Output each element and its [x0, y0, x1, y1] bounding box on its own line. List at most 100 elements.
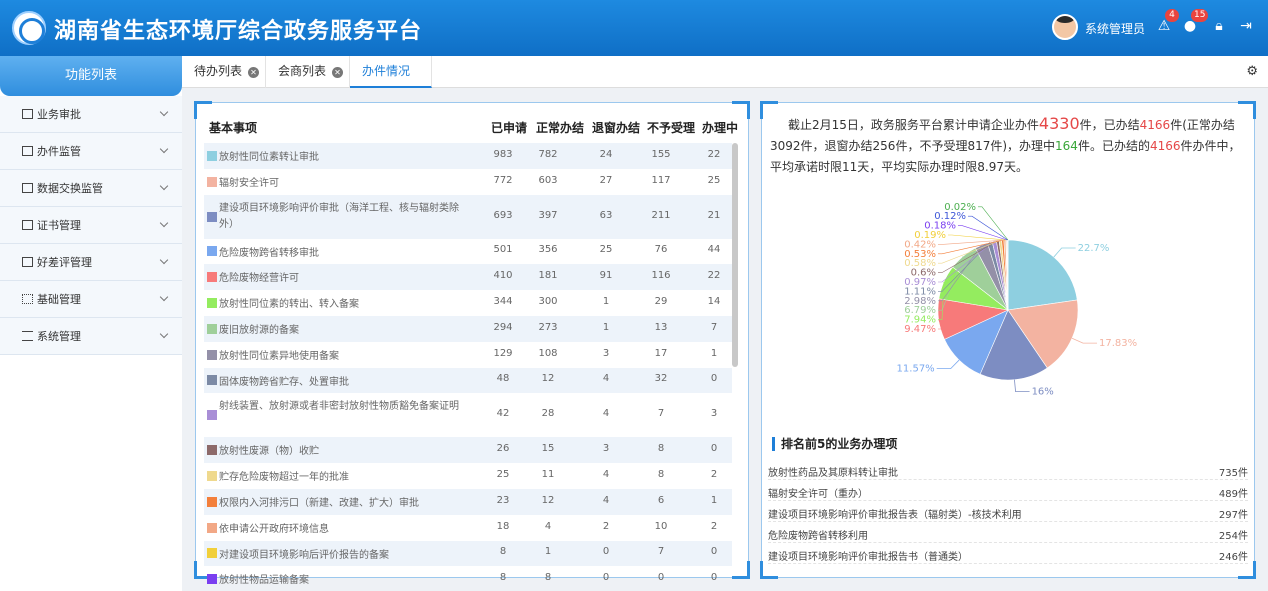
sidebar-item-evaluation[interactable]: 好差评管理: [0, 244, 182, 281]
table-row[interactable]: 危险废物经营许可 410 181 91 116 22: [204, 264, 732, 291]
row-processing: 0: [710, 546, 718, 558]
col-header-returned: 退窗办结: [592, 121, 641, 135]
tab-todo-list[interactable]: 待办列表 ✕: [182, 56, 266, 88]
table-row[interactable]: 建设项目环境影响评价审批（海洋工程、核与辐射类除外） 693 397 63 211 21: [204, 194, 732, 239]
close-icon[interactable]: ✕: [248, 67, 260, 78]
alert-icon[interactable]: ⚠ 4: [1156, 9, 1179, 35]
items-table-panel: 基本事项 已申请 正常办结 退窗办结 不予受理 办理中 放射性同位素转让审批 98…: [194, 101, 750, 586]
row-applied: 983: [493, 148, 513, 160]
row-applied: 25: [496, 469, 510, 481]
slice-label: 11.57%: [897, 364, 935, 375]
legend-swatch: [207, 548, 217, 559]
top5-item[interactable]: 放射性药品及其原料转让审批 735件: [768, 460, 1248, 480]
top5-item[interactable]: 辐射安全许可（重办） 489件: [768, 481, 1248, 501]
row-applied: 294: [493, 321, 513, 333]
legend-swatch: [207, 471, 217, 482]
legend-swatch: [207, 496, 217, 507]
table-row[interactable]: 对建设项目环境影响后评价报告的备案 8 1 0 7 0: [204, 540, 732, 567]
lock-icon[interactable]: 🔒︎: [1211, 17, 1227, 35]
slice-label: 0.18%: [924, 221, 956, 232]
tab-consultation-list[interactable]: 会商列表 ✕: [266, 56, 350, 88]
table-row[interactable]: 射线装置、放射源或者非密封放射性物质豁免备案证明 42 28 4 7 3: [204, 393, 732, 437]
summary-text: 截止2月15日，政务服务平台累计申请企业办件4330件，已办结4166件(正常办…: [770, 114, 1241, 174]
certificate-icon: [22, 220, 33, 230]
row-applied: 410: [493, 270, 513, 282]
processing-count: 164: [1055, 139, 1078, 153]
gear-icon[interactable]: ⚙: [1246, 64, 1258, 79]
sidebar: 功能列表 业务审批 办件监管 数据交换监管 证书管理 好差评管理 基础管理 系统…: [0, 56, 182, 591]
sidebar-item-system-management[interactable]: 系统管理: [0, 318, 182, 355]
top5-item-name: 危险废物跨省转移利用: [768, 531, 868, 542]
slice-leader-line: [948, 234, 1007, 241]
sidebar-item-case-supervision[interactable]: 办件监管: [0, 133, 182, 170]
row-applied: 18: [496, 520, 510, 532]
row-applied: 772: [493, 174, 513, 186]
slice-label: 0.97%: [904, 277, 936, 288]
table-row[interactable]: 贮存危险废物超过一年的批准 25 11 4 8 2: [204, 463, 732, 489]
top5-item-count: 735件: [1218, 468, 1248, 479]
logout-icon[interactable]: ⇥: [1238, 17, 1254, 35]
row-returned: 0: [602, 572, 610, 584]
table-row[interactable]: 辐射安全许可 772 603 27 117 25: [204, 169, 732, 195]
row-returned: 4: [602, 408, 610, 420]
close-icon[interactable]: ✕: [332, 67, 344, 78]
row-item-name: 建设项目环境影响评价审批（海洋工程、核与辐射类除外）: [219, 202, 459, 230]
stats-panel: 截止2月15日，政务服务平台累计申请企业办件4330件，已办结4166件(正常办…: [760, 101, 1256, 579]
pie-slice[interactable]: [1007, 239, 1078, 311]
avatar[interactable]: [1052, 14, 1078, 40]
notification-badge: 15: [1191, 9, 1209, 22]
chevron-down-icon: [159, 181, 169, 191]
table-row[interactable]: 放射性物品运输备案 8 8 0 0 0: [204, 566, 732, 591]
row-item-name: 放射性同位素异地使用备案: [219, 350, 339, 362]
table-row[interactable]: 危险废物跨省转移审批 501 356 25 76 44: [204, 239, 732, 265]
sidebar-item-business-approval[interactable]: 业务审批: [0, 96, 182, 133]
legend-swatch: [207, 410, 217, 421]
slice-leader-line: [1053, 247, 1076, 258]
slice-label: 22.7%: [1078, 243, 1110, 254]
top5-item[interactable]: 建设项目环境影响评价审批报告书（普通类） 246件: [768, 544, 1248, 564]
top5-item-name: 建设项目环境影响评价审批报告表（辐射类）-核技术利用: [768, 510, 1022, 521]
tab-label: 办件情况: [362, 64, 411, 78]
row-rejected: 155: [651, 148, 671, 160]
row-normal: 12: [541, 494, 555, 506]
top5-item-count: 489件: [1218, 489, 1248, 500]
row-item-name: 射线装置、放射源或者非密封放射性物质豁免备案证明: [219, 401, 459, 413]
table-scrollbar[interactable]: [732, 143, 738, 367]
sidebar-item-certificates[interactable]: 证书管理: [0, 207, 182, 244]
bell-icon[interactable]: ● 15: [1182, 9, 1209, 35]
row-returned: 3: [602, 347, 610, 359]
table-row[interactable]: 废旧放射源的备案 294 273 1 13 7: [204, 316, 732, 342]
slice-label: 0.12%: [934, 211, 966, 222]
sidebar-item-label: 数据交换监管: [37, 182, 103, 195]
sidebar-heading: 功能列表: [0, 56, 182, 96]
legend-swatch: [207, 211, 217, 222]
row-item-name: 危险废物跨省转移审批: [219, 247, 319, 259]
top5-item[interactable]: 建设项目环境影响评价审批报告表（辐射类）-核技术利用 297件: [768, 502, 1248, 522]
slice-label: 9.47%: [904, 324, 936, 335]
sidebar-item-basic-management[interactable]: 基础管理: [0, 281, 182, 318]
square-icon: [22, 257, 33, 267]
table-row[interactable]: 依申请公开政府环境信息 18 4 2 10 2: [204, 515, 732, 541]
user-name[interactable]: 系统管理员: [1085, 20, 1145, 37]
row-returned: 4: [602, 469, 610, 481]
slice-leader-line: [1071, 337, 1098, 344]
row-item-name: 对建设项目环境影响后评价报告的备案: [219, 549, 389, 561]
row-item-name: 废旧放射源的备案: [219, 325, 299, 336]
top5-item[interactable]: 危险废物跨省转移利用 254件: [768, 523, 1248, 543]
tab-case-status[interactable]: 办件情况: [350, 56, 432, 88]
row-returned: 27: [599, 174, 613, 186]
table-row[interactable]: 固体废物跨省贮存、处置审批 48 12 4 32 0: [204, 367, 732, 394]
table-row[interactable]: 权限内入河排污口（新建、改建、扩大）审批 23 12 4 6 1: [204, 489, 732, 515]
table-row[interactable]: 放射性同位素的转出、转入备案 344 300 1 29 14: [204, 290, 732, 316]
table-row[interactable]: 放射性同位素异地使用备案 129 108 3 17 1: [204, 342, 732, 368]
table-row[interactable]: 放射性废源（物）收贮 26 15 3 8 0: [204, 437, 732, 464]
top5-item-count: 246件: [1218, 552, 1248, 563]
tab-label: 待办列表: [194, 64, 243, 78]
done-count: 4166: [1139, 118, 1171, 132]
top5-item-name: 辐射安全许可（重办）: [768, 489, 868, 500]
row-processing: 44: [707, 244, 721, 256]
table-row[interactable]: 放射性同位素转让审批 983 782 24 155 22: [204, 143, 732, 169]
sidebar-item-data-exchange[interactable]: 数据交换监管: [0, 170, 182, 207]
sidebar-item-label: 基础管理: [37, 293, 81, 306]
alert-badge: 4: [1165, 9, 1179, 22]
